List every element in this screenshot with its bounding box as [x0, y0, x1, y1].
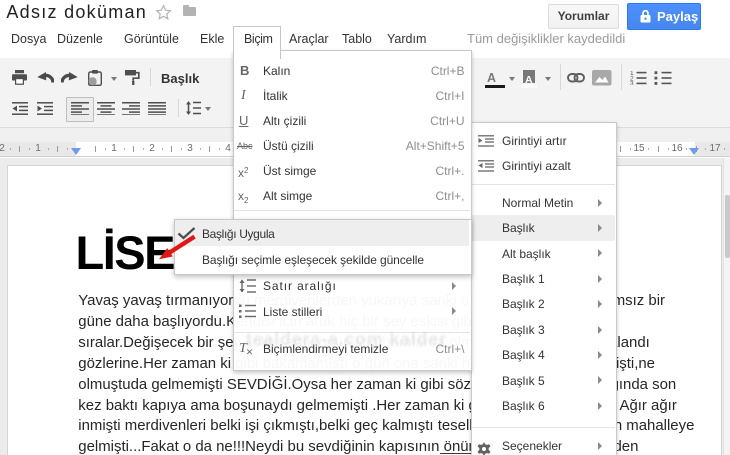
svg-text:3: 3 [630, 80, 634, 85]
